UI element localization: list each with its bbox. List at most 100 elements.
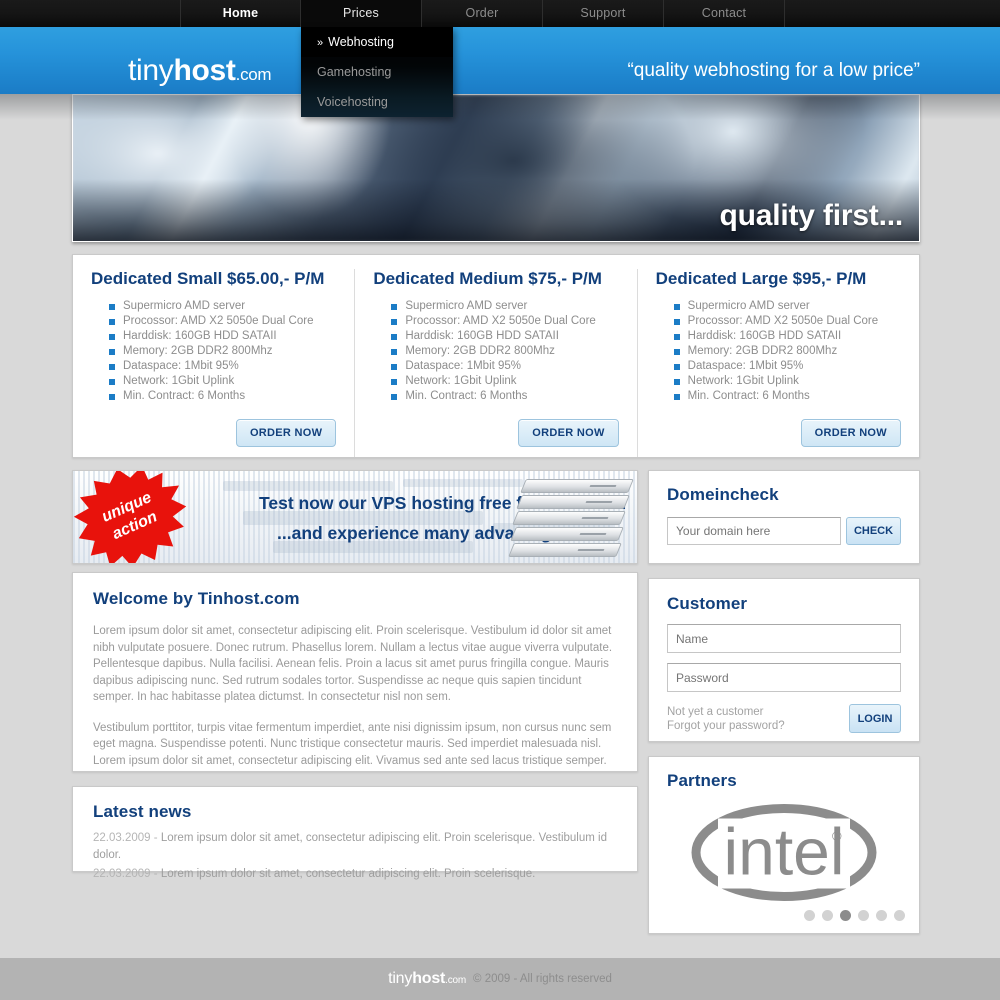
signup-link[interactable]: Not yet a customer <box>667 705 849 719</box>
plan-feature: Procossor: AMD X2 5050e Dual Core <box>673 314 901 329</box>
plan-feature: Procossor: AMD X2 5050e Dual Core <box>391 314 618 329</box>
partners-title: Partners <box>667 771 737 790</box>
news-date: 22.03.2009 <box>93 868 151 880</box>
carousel-dot-4[interactable] <box>858 910 869 921</box>
partners-carousel-dots <box>804 910 905 921</box>
domain-check-panel: Domeincheck CHECK <box>648 470 920 564</box>
news-separator: - <box>153 868 158 880</box>
unique-action-starburst-badge: unique action <box>72 470 199 564</box>
plan-title: Dedicated Small $65.00,- P/M <box>91 269 325 288</box>
welcome-paragraph: Lorem ipsum dolor sit amet, consectetur … <box>93 625 613 703</box>
carousel-dot-5[interactable] <box>876 910 887 921</box>
svg-text:intel: intel <box>723 815 844 889</box>
plan-feature: Min. Contract: 6 Months <box>391 389 618 404</box>
plan-feature: Harddisk: 160GB HDD SATAII <box>673 329 901 344</box>
header-tagline: “quality webhosting for a low price” <box>627 60 920 81</box>
plan-feature: Network: 1Gbit Uplink <box>673 374 901 389</box>
login-button[interactable]: LOGIN <box>849 704 901 733</box>
plan-feature: Harddisk: 160GB HDD SATAII <box>391 329 618 344</box>
hero-caption: quality first... <box>719 199 904 232</box>
pricing-plans-panel: Dedicated Small $65.00,- P/M Supermicro … <box>72 254 920 458</box>
footer-logo[interactable]: tinyhost.com <box>388 970 466 988</box>
news-text: Lorem ipsum dolor sit amet, consectetur … <box>160 868 536 880</box>
news-separator: - <box>153 832 158 844</box>
logo-tld: .com <box>235 65 272 84</box>
header-shadow <box>0 94 1000 120</box>
password-input[interactable] <box>667 663 901 692</box>
forgot-password-link[interactable]: Forgot your password? <box>667 719 849 733</box>
plan-feature: Supermicro AMD server <box>391 299 618 314</box>
footer-logo-tld: .com <box>445 975 467 986</box>
plan-feature: Harddisk: 160GB HDD SATAII <box>109 329 336 344</box>
plan-card-large: Dedicated Large $95,- P/M Supermicro AMD… <box>636 269 919 457</box>
logo-bold: host <box>173 54 236 87</box>
plan-feature: Supermicro AMD server <box>673 299 901 314</box>
nav-item-contact[interactable]: Contact <box>664 0 785 27</box>
news-text: Lorem ipsum dolor sit amet, consectetur … <box>93 832 607 861</box>
plan-feature-list: Supermicro AMD server Procossor: AMD X2 … <box>673 299 901 404</box>
carousel-dot-1[interactable] <box>804 910 815 921</box>
site-footer: tinyhost.com © 2009 - All rights reserve… <box>0 958 1000 1000</box>
dropdown-item-label: Webhosting <box>328 35 394 49</box>
customer-login-panel: Customer Not yet a customer Forgot your … <box>648 578 920 742</box>
footer-logo-bold: host <box>412 970 446 987</box>
order-now-button-small[interactable]: ORDER NOW <box>235 419 337 447</box>
plan-title: Dedicated Large $95,- P/M <box>655 269 867 288</box>
plan-feature: Network: 1Gbit Uplink <box>391 374 618 389</box>
intel-logo: intel ® <box>684 801 884 910</box>
svg-text:®: ® <box>832 829 842 844</box>
nav-item-support[interactable]: Support <box>543 0 664 27</box>
site-logo[interactable]: tinyhost.com <box>128 54 272 88</box>
promo-server-shape <box>223 481 393 491</box>
news-item[interactable]: 22.03.2009 - Lorem ipsum dolor sit amet,… <box>93 830 617 864</box>
intel-logo-svg: intel ® <box>691 804 877 901</box>
plan-feature-list: Supermicro AMD server Procossor: AMD X2 … <box>109 299 336 404</box>
promo-server-shape <box>403 479 523 487</box>
news-date: 22.03.2009 <box>93 832 151 844</box>
domain-search-input[interactable] <box>667 517 841 545</box>
plan-card-small: Dedicated Small $65.00,- P/M Supermicro … <box>73 269 354 457</box>
plan-feature: Dataspace: 1Mbit 95% <box>391 359 618 374</box>
plan-feature: Min. Contract: 6 Months <box>109 389 336 404</box>
plan-feature: Memory: 2GB DDR2 800Mhz <box>391 344 618 359</box>
plan-feature: Supermicro AMD server <box>109 299 336 314</box>
carousel-dot-3[interactable] <box>840 910 851 921</box>
partners-panel: Partners intel ® <box>648 756 920 934</box>
dropdown-item-gamehosting[interactable]: Gamehosting <box>301 57 453 87</box>
news-item[interactable]: 22.03.2009 - Lorem ipsum dolor sit amet,… <box>93 866 617 883</box>
order-now-button-large[interactable]: ORDER NOW <box>800 419 901 447</box>
latest-news-title: Latest news <box>93 802 192 821</box>
plan-feature: Min. Contract: 6 Months <box>673 389 901 404</box>
username-input[interactable] <box>667 624 901 653</box>
plan-card-medium: Dedicated Medium $75,- P/M Supermicro AM… <box>354 269 636 457</box>
welcome-title: Welcome by Tinhost.com <box>93 589 300 608</box>
prices-dropdown-menu: » Webhosting Gamehosting Voicehosting <box>301 27 453 117</box>
order-now-button-medium[interactable]: ORDER NOW <box>518 419 619 447</box>
domain-check-title: Domeincheck <box>667 485 779 504</box>
footer-logo-thin: tiny <box>388 970 413 987</box>
plan-feature-list: Supermicro AMD server Procossor: AMD X2 … <box>391 299 618 404</box>
plan-feature: Memory: 2GB DDR2 800Mhz <box>109 344 336 359</box>
nav-item-prices[interactable]: Prices <box>301 0 422 27</box>
chevron-right-icon: » <box>317 37 324 49</box>
nav-item-home[interactable]: Home <box>180 0 301 27</box>
dropdown-item-voicehosting[interactable]: Voicehosting <box>301 87 453 117</box>
welcome-panel: Welcome by Tinhost.com Lorem ipsum dolor… <box>72 572 638 772</box>
plan-feature: Memory: 2GB DDR2 800Mhz <box>673 344 901 359</box>
welcome-paragraph: Vestibulum porttitor, turpis vitae ferme… <box>93 721 612 767</box>
plan-feature: Dataspace: 1Mbit 95% <box>109 359 336 374</box>
carousel-dot-6[interactable] <box>894 910 905 921</box>
logo-thin: tiny <box>128 54 174 87</box>
domain-check-button[interactable]: CHECK <box>846 517 901 545</box>
main-menu: Home Prices Order Support Contact <box>180 0 1000 27</box>
latest-news-panel: Latest news 22.03.2009 - Lorem ipsum dol… <box>72 786 638 880</box>
vps-promo-banner[interactable]: unique action Test now our VPS hosting f… <box>72 470 638 564</box>
customer-login-title: Customer <box>667 594 748 613</box>
nav-item-order[interactable]: Order <box>422 0 543 27</box>
dropdown-item-webhosting[interactable]: » Webhosting <box>301 27 453 57</box>
site-header: tinyhost.com “quality webhosting for a l… <box>0 27 1000 94</box>
plan-title: Dedicated Medium $75,- P/M <box>373 269 602 288</box>
carousel-dot-2[interactable] <box>822 910 833 921</box>
footer-copyright: © 2009 - All rights reserved <box>473 973 612 985</box>
plan-feature: Network: 1Gbit Uplink <box>109 374 336 389</box>
